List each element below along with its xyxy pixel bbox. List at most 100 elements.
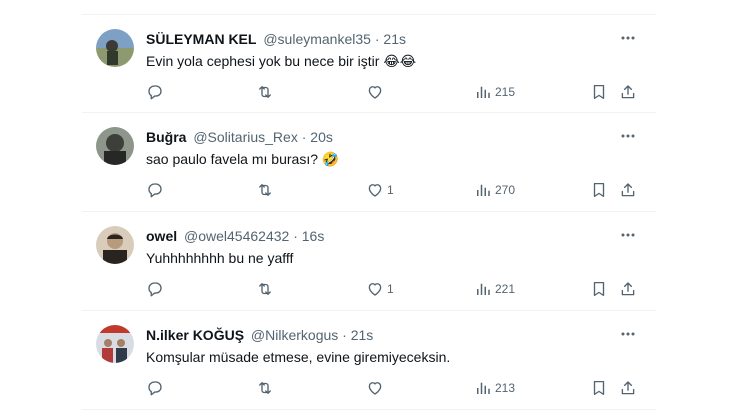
timestamp[interactable]: 20s [310, 129, 333, 145]
tweet-text: sao paulo favela mı burası? 🤣 [146, 150, 616, 170]
tweet[interactable]: N.ilker KOĞUŞ @Nilkerkogus · 21s Komşula… [82, 311, 656, 410]
reply-icon [148, 381, 162, 396]
share-icon [621, 381, 635, 395]
more-icon[interactable] [618, 126, 638, 146]
tweet-text: Yuhhhhhhhh bu ne yafff [146, 249, 616, 269]
views-button[interactable]: 270 [474, 179, 515, 201]
tweet[interactable]: owel @owel45462432 · 16s Yuhhhhhhhh bu n… [82, 212, 656, 311]
reply-button[interactable] [146, 278, 164, 300]
tweet-actions: 215 [138, 81, 646, 103]
user-handle[interactable]: @Nilkerkogus [251, 327, 338, 343]
bookmark-button[interactable] [590, 377, 608, 399]
view-count: 270 [495, 183, 516, 197]
tweet[interactable]: Buğra @Solitarius_Rex · 20s sao paulo fa… [82, 113, 656, 212]
reply-button[interactable] [146, 81, 164, 103]
tweet-body: Evin yola cephesi yok bu nece bir iştir [146, 53, 380, 69]
tweet-header: Buğra @Solitarius_Rex · 20s [146, 128, 616, 146]
separator: · [374, 31, 380, 47]
views-button[interactable]: 213 [474, 377, 515, 399]
share-button[interactable] [619, 278, 637, 300]
display-name[interactable]: owel [146, 228, 177, 244]
avatar[interactable] [96, 127, 134, 165]
avatar[interactable] [96, 226, 134, 264]
retweet-icon [259, 86, 271, 98]
retweet-button[interactable] [256, 179, 274, 201]
separator: · [342, 327, 347, 343]
timeline: SÜLEYMAN KEL @suleymankel35 · 21s Evin y… [82, 14, 656, 410]
more-icon[interactable] [618, 324, 638, 344]
like-button[interactable]: 1 [366, 278, 394, 300]
retweet-icon [259, 382, 271, 394]
tweet-text: Komşular müsade etmese, evine giremiyece… [146, 348, 616, 368]
tweet-body: Komşular müsade etmese, evine giremiyece… [146, 349, 451, 365]
tweet-body: Yuhhhhhhhh bu ne yafff [146, 250, 294, 266]
view-count: 213 [495, 381, 516, 395]
display-name[interactable]: SÜLEYMAN KEL [146, 31, 256, 47]
bookmark-button[interactable] [590, 278, 608, 300]
reply-button[interactable] [146, 377, 164, 399]
tweet-header: N.ilker KOĞUŞ @Nilkerkogus · 21s [146, 326, 616, 344]
user-handle[interactable]: @owel45462432 [184, 228, 289, 244]
timestamp[interactable]: 21s [351, 327, 374, 343]
reply-button[interactable] [146, 179, 164, 201]
retweet-icon [259, 283, 271, 295]
share-icon [621, 85, 635, 99]
tweet-emoji: 😂😂 [383, 54, 417, 70]
like-icon [368, 86, 382, 99]
share-button[interactable] [619, 81, 637, 103]
bookmark-icon [593, 182, 605, 198]
like-icon [368, 382, 382, 395]
like-button[interactable] [366, 81, 387, 103]
views-icon [477, 86, 490, 98]
timestamp[interactable]: 16s [302, 228, 325, 244]
like-count: 1 [387, 183, 394, 197]
share-icon [621, 183, 635, 197]
user-handle[interactable]: @suleymankel35 [263, 31, 371, 47]
retweet-button[interactable] [256, 81, 274, 103]
retweet-icon [259, 184, 271, 196]
display-name[interactable]: Buğra [146, 129, 186, 145]
like-icon [368, 283, 382, 296]
tweet-emoji: 🤣 [321, 152, 340, 168]
views-icon [477, 283, 490, 295]
view-count: 215 [495, 85, 516, 99]
reply-icon [148, 282, 162, 297]
like-count: 1 [387, 282, 394, 296]
tweet[interactable]: SÜLEYMAN KEL @suleymankel35 · 21s Evin y… [82, 14, 656, 113]
separator: · [293, 228, 298, 244]
views-button[interactable]: 221 [474, 278, 515, 300]
retweet-button[interactable] [256, 278, 274, 300]
bookmark-button[interactable] [590, 179, 608, 201]
tweet-actions: 1 221 [138, 278, 646, 300]
views-button[interactable]: 215 [474, 81, 515, 103]
like-icon [368, 184, 382, 197]
reply-icon [148, 183, 162, 198]
separator: · [301, 129, 307, 145]
views-icon [477, 184, 490, 196]
display-name[interactable]: N.ilker KOĞUŞ [146, 327, 244, 343]
like-button[interactable]: 1 [366, 179, 394, 201]
view-count: 221 [495, 282, 516, 296]
bookmark-icon [593, 84, 605, 100]
reply-icon [148, 85, 162, 100]
tweet-actions: 213 [138, 377, 646, 399]
avatar[interactable] [96, 29, 134, 67]
retweet-button[interactable] [256, 377, 274, 399]
tweet-header: SÜLEYMAN KEL @suleymankel35 · 21s [146, 30, 616, 48]
bookmark-icon [593, 380, 605, 396]
timestamp[interactable]: 21s [383, 31, 406, 47]
tweet-text: Evin yola cephesi yok bu nece bir iştir … [146, 52, 616, 72]
tweet-header: owel @owel45462432 · 16s [146, 227, 616, 245]
bookmark-icon [593, 281, 605, 297]
share-button[interactable] [619, 179, 637, 201]
share-button[interactable] [619, 377, 637, 399]
more-icon[interactable] [618, 28, 638, 48]
more-icon[interactable] [618, 225, 638, 245]
avatar[interactable] [96, 325, 134, 363]
bookmark-button[interactable] [590, 81, 608, 103]
tweet-body: sao paulo favela mı burası? [146, 151, 318, 167]
share-icon [621, 282, 635, 296]
views-icon [477, 382, 490, 394]
like-button[interactable] [366, 377, 387, 399]
user-handle[interactable]: @Solitarius_Rex [193, 129, 297, 145]
